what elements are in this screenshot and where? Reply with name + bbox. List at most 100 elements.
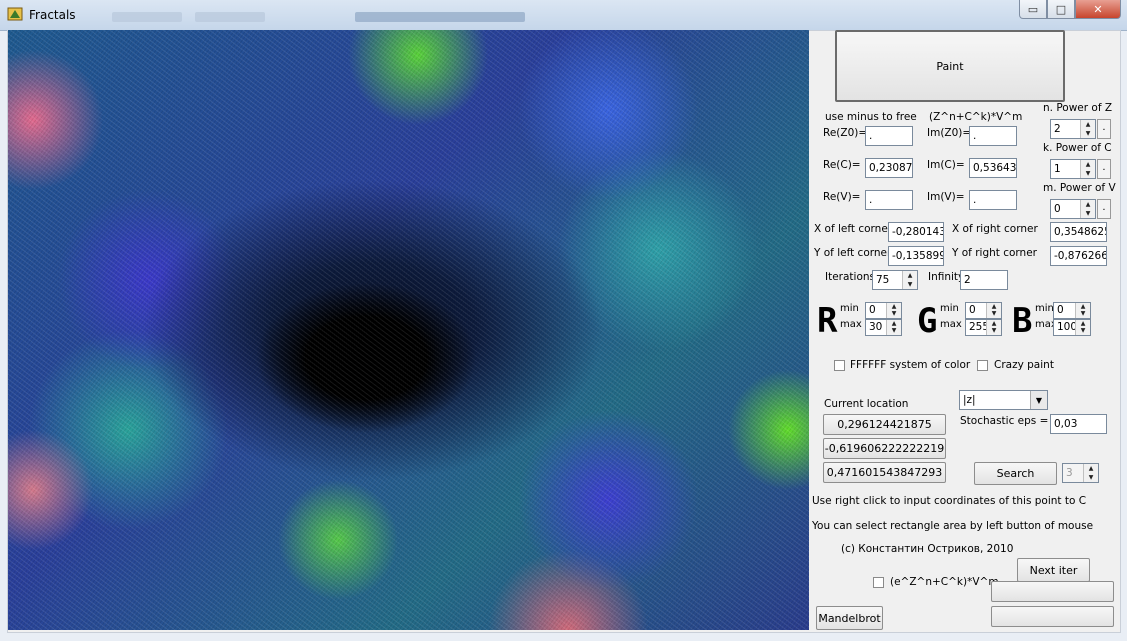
x-left-label: X of left corner: [814, 223, 893, 235]
control-panel: Paint use minus to free (Z^n+C^k)*V^m n.…: [809, 30, 1118, 631]
fractal-canvas[interactable]: [8, 30, 809, 630]
spin-arrows-icon[interactable]: ▲ ▼: [886, 303, 901, 318]
mandelbrot-button[interactable]: Mandelbrot: [816, 606, 883, 630]
power-v-value: 0: [1054, 203, 1061, 215]
im-v-label: Im(V)=: [927, 191, 965, 203]
spin-arrows-icon[interactable]: ▲ ▼: [986, 303, 1001, 318]
im-z0-field[interactable]: .: [969, 126, 1017, 146]
red-min-spinner[interactable]: 0 ▲ ▼: [865, 302, 902, 319]
re-c-label: Re(C)=: [823, 159, 861, 171]
power-z-label: n. Power of Z: [1043, 102, 1113, 114]
im-c-field[interactable]: 0,536433: [969, 158, 1017, 178]
stochastic-eps-label: Stochastic eps =: [960, 415, 1049, 427]
power-c-dot-button[interactable]: .: [1097, 159, 1111, 179]
app-icon: [7, 7, 23, 21]
re-z0-label: Re(Z0)=: [823, 127, 868, 139]
x-right-field[interactable]: 0,3548625: [1050, 222, 1107, 242]
spin-arrows-icon[interactable]: ▲ ▼: [1075, 320, 1090, 335]
power-v-spinner[interactable]: 0 ▲ ▼: [1050, 199, 1096, 219]
iterations-value: 75: [876, 274, 890, 286]
crazy-paint-checkbox[interactable]: [977, 360, 988, 371]
x-right-label: X of right corner: [952, 223, 1038, 235]
re-z0-field[interactable]: .: [865, 126, 913, 146]
blue-min-label: min: [1035, 303, 1054, 314]
red-channel-letter: R: [817, 301, 838, 341]
spin-arrows-icon[interactable]: ▲ ▼: [986, 320, 1001, 335]
location-x-button[interactable]: 0,2961244218​75: [823, 414, 946, 435]
re-c-field[interactable]: 0,230875: [865, 158, 913, 178]
minus-hint: use minus to free: [825, 111, 917, 123]
right-click-hint: Use right click to input coordinates of …: [812, 495, 1087, 507]
red-max-label: max: [840, 319, 862, 330]
green-min-label: min: [940, 303, 959, 314]
maximize-button[interactable]: □: [1047, 0, 1075, 19]
x-left-field[interactable]: -0,2801437: [888, 222, 944, 242]
ffffff-system-checkbox[interactable]: [834, 360, 845, 371]
im-c-label: Im(C)=: [927, 159, 965, 171]
canvas-noise: [8, 30, 809, 630]
re-v-label: Re(V)=: [823, 191, 861, 203]
close-button[interactable]: ✕: [1075, 0, 1121, 19]
y-left-field[interactable]: -0,1358999: [888, 246, 944, 266]
power-z-dot-button[interactable]: .: [1097, 119, 1111, 139]
power-v-dot-button[interactable]: .: [1097, 199, 1111, 219]
crazy-paint-label: Crazy paint: [994, 359, 1054, 371]
minimize-button[interactable]: ▭: [1019, 0, 1047, 19]
formula-label: (Z^n+C^k)*V^m: [929, 111, 1023, 123]
green-min-spinner[interactable]: 0 ▲ ▼: [965, 302, 1002, 319]
spin-arrows-icon[interactable]: ▲ ▼: [1080, 120, 1095, 138]
select-area-hint: You can select rectangle area by left bu…: [812, 520, 1094, 532]
ffffff-system-label: FFFFFF system of color: [850, 359, 971, 371]
spin-arrows-icon[interactable]: ▲ ▼: [902, 271, 917, 289]
exp-formula-label: (e^Z^n+C^k)*V^m: [890, 576, 999, 588]
location-y-button[interactable]: -0,619606222222219: [823, 438, 946, 459]
iterations-label: Iterations:: [825, 271, 879, 283]
blank-button[interactable]: [991, 581, 1114, 602]
search-count-value: 3: [1066, 467, 1073, 479]
power-c-value: 1: [1054, 163, 1061, 175]
blank-button[interactable]: [991, 606, 1114, 627]
spin-arrows-icon: ▲ ▼: [1083, 464, 1098, 482]
power-z-spinner[interactable]: 2 ▲ ▼: [1050, 119, 1096, 139]
y-right-label: Y of right corner: [952, 247, 1037, 259]
red-max-spinner[interactable]: 30 ▲ ▼: [865, 319, 902, 336]
background-tab: [112, 12, 182, 22]
power-c-spinner[interactable]: 1 ▲ ▼: [1050, 159, 1096, 179]
y-left-label: Y of left corner: [814, 247, 892, 259]
next-iter-button[interactable]: Next iter: [1017, 558, 1090, 582]
stochastic-eps-field[interactable]: 0,03: [1050, 414, 1107, 434]
im-v-field[interactable]: .: [969, 190, 1017, 210]
red-max-value: 30: [869, 321, 883, 333]
blue-min-value: 0: [1057, 304, 1064, 316]
background-tab: [195, 12, 265, 22]
norm-select-value: |z|: [963, 394, 976, 406]
im-z0-label: Im(Z0)=: [927, 127, 972, 139]
power-z-value: 2: [1054, 123, 1061, 135]
infinity-field[interactable]: 2: [960, 270, 1008, 290]
blue-min-spinner[interactable]: 0 ▲ ▼: [1053, 302, 1091, 319]
title-bar: Fractals ▭ □ ✕: [0, 0, 1127, 31]
copyright-text: (c) Константин Остриков, 2010: [841, 543, 1014, 555]
blue-max-spinner[interactable]: 100 ▲ ▼: [1053, 319, 1091, 336]
chevron-down-icon[interactable]: ▼: [1030, 391, 1047, 409]
search-count-spinner: 3 ▲ ▼: [1062, 463, 1099, 483]
spin-arrows-icon[interactable]: ▲ ▼: [1080, 200, 1095, 218]
spin-arrows-icon[interactable]: ▲ ▼: [1080, 160, 1095, 178]
green-max-spinner[interactable]: 255 ▲ ▼: [965, 319, 1002, 336]
red-min-label: min: [840, 303, 859, 314]
red-min-value: 0: [869, 304, 876, 316]
background-tab: [355, 12, 525, 22]
iterations-spinner[interactable]: 75 ▲ ▼: [872, 270, 918, 290]
window-title: Fractals: [29, 8, 76, 22]
re-v-field[interactable]: .: [865, 190, 913, 210]
spin-arrows-icon[interactable]: ▲ ▼: [886, 320, 901, 335]
search-button[interactable]: Search: [974, 462, 1057, 485]
y-right-field[interactable]: -0,8762666: [1050, 246, 1107, 266]
norm-select[interactable]: |z| ▼: [959, 390, 1048, 410]
green-max-label: max: [940, 319, 962, 330]
spin-arrows-icon[interactable]: ▲ ▼: [1075, 303, 1090, 318]
exp-formula-checkbox[interactable]: [873, 577, 884, 588]
power-v-label: m. Power of V: [1043, 182, 1116, 194]
location-value-button[interactable]: 0,471601543847293: [823, 462, 946, 483]
paint-button[interactable]: Paint: [835, 30, 1065, 102]
